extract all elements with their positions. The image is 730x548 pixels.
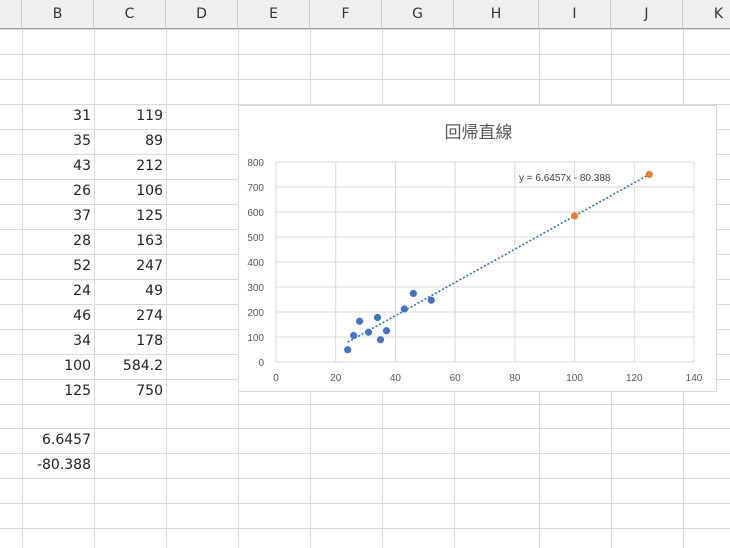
column-gridline (166, 29, 167, 548)
x-tick-label: 80 (509, 373, 521, 384)
x-tick-label: 40 (390, 373, 402, 384)
cell-b[interactable]: 46 (22, 304, 94, 329)
y-tick-label: 100 (247, 333, 264, 344)
column-header-b[interactable]: B (22, 0, 94, 29)
y-tick-label: 0 (258, 358, 264, 369)
y-tick-label: 500 (247, 233, 264, 244)
row-gridline (0, 428, 730, 429)
y-tick-label: 400 (247, 258, 264, 269)
intercept-cell[interactable]: -80.388 (22, 453, 94, 478)
column-header-h[interactable]: H (454, 0, 539, 29)
column-header-d[interactable]: D (166, 0, 238, 29)
y-tick-label: 200 (247, 308, 264, 319)
column-header-i[interactable]: I (539, 0, 611, 29)
y-tick-label: 300 (247, 283, 264, 294)
column-header-f[interactable]: F (310, 0, 382, 29)
column-header-k[interactable]: K (683, 0, 730, 29)
cell-b[interactable]: 26 (22, 179, 94, 204)
trendline-equation-label: y = 6.6457x - 80.388 (519, 173, 611, 184)
row-gridline (0, 478, 730, 479)
row-gridline (0, 54, 730, 55)
row-gridline (0, 404, 730, 405)
x-tick-label: 20 (330, 373, 342, 384)
cell-c[interactable]: 119 (94, 104, 166, 129)
row-gridline (0, 29, 730, 30)
cell-b[interactable]: 31 (22, 104, 94, 129)
column-header-g[interactable]: G (382, 0, 454, 29)
cell-c[interactable]: 125 (94, 204, 166, 229)
data-point (409, 289, 417, 298)
x-tick-label: 100 (566, 373, 583, 384)
cell-c[interactable]: 212 (94, 154, 166, 179)
column-header-c[interactable]: C (94, 0, 166, 29)
column-header-j[interactable]: J (611, 0, 683, 29)
row-gridline (0, 79, 730, 80)
data-point (400, 305, 408, 313)
scatter-plot: 0 100 200 300 400 500 600 700 800 0 20 40 60 80 100 120… (247, 158, 703, 384)
cell-c[interactable]: 274 (94, 304, 166, 329)
cell-c[interactable]: 106 (94, 179, 166, 204)
cell-b[interactable]: 37 (22, 204, 94, 229)
cell-b[interactable]: 34 (22, 329, 94, 354)
data-point (427, 296, 435, 304)
row-gridline (0, 528, 730, 529)
data-point (645, 170, 653, 179)
data-point (350, 331, 358, 340)
y-tick-label: 700 (247, 183, 264, 194)
cell-c[interactable]: 247 (94, 254, 166, 279)
cell-c[interactable]: 750 (94, 379, 166, 404)
data-point (382, 327, 391, 335)
cell-c[interactable]: 178 (94, 329, 166, 354)
cell-b[interactable]: 125 (22, 379, 94, 404)
x-tick-label: 60 (450, 373, 462, 384)
cell-b[interactable]: 52 (22, 254, 94, 279)
column-header-e[interactable]: E (238, 0, 310, 29)
cell-b[interactable]: 24 (22, 279, 94, 304)
cell-c[interactable]: 89 (94, 129, 166, 154)
row-header-corner[interactable] (0, 0, 22, 29)
cell-b[interactable]: 28 (22, 229, 94, 254)
y-tick-label: 600 (247, 208, 264, 219)
data-point (570, 212, 579, 220)
cell-b[interactable]: 100 (22, 354, 94, 379)
slope-cell[interactable]: 6.6457 (22, 428, 94, 453)
y-tick-label: 800 (247, 158, 264, 169)
data-point (364, 328, 373, 336)
trendline (347, 173, 650, 343)
data-point (356, 317, 364, 325)
data-point (344, 346, 352, 354)
row-gridline (0, 453, 730, 454)
cell-c[interactable]: 584.2 (94, 354, 166, 379)
cell-c[interactable]: 49 (94, 279, 166, 304)
data-point (376, 336, 385, 344)
regression-chart[interactable]: 回帰直線 0 100 200 300 400 500 600 700 800 0 20 40 60 80 1… (238, 105, 717, 392)
x-tick-label: 140 (686, 373, 703, 384)
cell-b[interactable]: 43 (22, 154, 94, 179)
cell-b[interactable]: 35 (22, 129, 94, 154)
cell-c[interactable]: 163 (94, 229, 166, 254)
x-tick-label: 120 (626, 373, 643, 384)
x-tick-label: 0 (273, 373, 279, 384)
data-point (373, 313, 382, 322)
row-gridline (0, 503, 730, 504)
